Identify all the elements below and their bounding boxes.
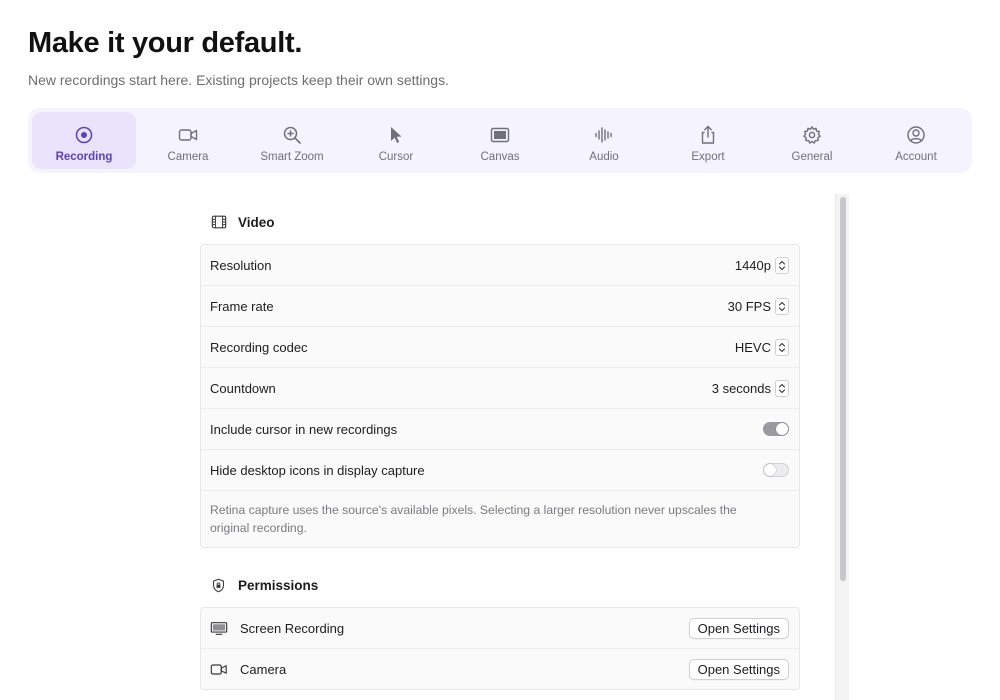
hide-desktop-icons-toggle[interactable] xyxy=(763,463,789,477)
include-cursor-toggle[interactable] xyxy=(763,422,789,436)
countdown-select[interactable]: 3 seconds xyxy=(711,379,789,397)
scrollbar-track[interactable] xyxy=(835,194,849,700)
display-icon xyxy=(210,620,230,636)
tab-label: Cursor xyxy=(378,151,414,163)
tab-label: Canvas xyxy=(480,151,520,163)
permission-row-camera: Camera Open Settings xyxy=(201,649,799,689)
frame-rate-select[interactable]: 30 FPS xyxy=(727,297,789,315)
tab-canvas[interactable]: Canvas xyxy=(448,112,552,169)
cursor-icon xyxy=(385,124,407,146)
settings-content: Video Resolution 1440p Frame rate 30 FPS… xyxy=(200,200,800,690)
frame-rate-value: 30 FPS xyxy=(727,298,771,314)
zoom-icon xyxy=(281,124,303,146)
include-cursor-label: Include cursor in new recordings xyxy=(210,421,398,437)
codec-label: Recording codec xyxy=(210,339,308,355)
tab-label: General xyxy=(791,151,833,163)
share-icon xyxy=(697,124,719,146)
hide-desktop-icons-row: Hide desktop icons in display capture xyxy=(201,450,799,491)
open-screen-recording-settings-button[interactable]: Open Settings xyxy=(688,617,789,639)
settings-tab-bar: Recording Camera Smart Zoom Cursor Canva… xyxy=(28,108,972,173)
resolution-select[interactable]: 1440p xyxy=(734,256,789,274)
tab-label: Audio xyxy=(589,151,619,163)
gear-icon xyxy=(801,124,823,146)
permission-row-screen-recording: Screen Recording Open Settings xyxy=(201,608,799,649)
tab-label: Recording xyxy=(55,151,113,163)
toggle-knob xyxy=(764,464,776,476)
tab-label: Smart Zoom xyxy=(260,151,324,163)
permissions-card: Screen Recording Open Settings Camera Op… xyxy=(200,607,800,690)
tab-label: Export xyxy=(691,151,725,163)
permission-label: Screen Recording xyxy=(240,620,345,636)
codec-value: HEVC xyxy=(734,339,771,355)
resolution-row: Resolution 1440p xyxy=(201,245,799,286)
open-camera-settings-button[interactable]: Open Settings xyxy=(688,658,789,680)
tab-export[interactable]: Export xyxy=(656,112,760,169)
select-chevrons-icon xyxy=(775,256,789,274)
audio-waveform-icon xyxy=(593,124,615,146)
codec-row: Recording codec HEVC xyxy=(201,327,799,368)
toggle-knob xyxy=(776,423,788,435)
video-section-header: Video xyxy=(200,200,800,244)
camera-icon xyxy=(210,661,230,677)
permission-label: Camera xyxy=(240,661,287,677)
select-chevrons-icon xyxy=(775,338,789,356)
shield-icon xyxy=(211,576,229,594)
tab-cursor[interactable]: Cursor xyxy=(344,112,448,169)
permissions-section-header: Permissions xyxy=(200,563,800,607)
video-settings-card: Resolution 1440p Frame rate 30 FPS Recor… xyxy=(200,244,800,548)
permissions-section-title: Permissions xyxy=(238,577,319,593)
tab-smart-zoom[interactable]: Smart Zoom xyxy=(240,112,344,169)
tab-camera[interactable]: Camera xyxy=(136,112,240,169)
account-icon xyxy=(905,124,927,146)
include-cursor-row: Include cursor in new recordings xyxy=(201,409,799,450)
resolution-label: Resolution xyxy=(210,257,272,273)
hide-desktop-icons-label: Hide desktop icons in display capture xyxy=(210,462,425,478)
retina-capture-note: Retina capture uses the source's availab… xyxy=(210,503,737,535)
canvas-icon xyxy=(489,124,511,146)
countdown-label: Countdown xyxy=(210,380,276,396)
tab-label: Camera xyxy=(167,151,209,163)
tab-recording[interactable]: Recording xyxy=(32,112,136,169)
tab-general[interactable]: General xyxy=(760,112,864,169)
frame-rate-label: Frame rate xyxy=(210,298,274,314)
select-chevrons-icon xyxy=(775,297,789,315)
tab-audio[interactable]: Audio xyxy=(552,112,656,169)
countdown-row: Countdown 3 seconds xyxy=(201,368,799,409)
tab-label: Account xyxy=(895,151,937,163)
video-section-title: Video xyxy=(238,214,275,230)
film-icon xyxy=(211,213,229,231)
select-chevrons-icon xyxy=(775,379,789,397)
camera-icon xyxy=(177,124,199,146)
countdown-value: 3 seconds xyxy=(711,380,771,396)
frame-rate-row: Frame rate 30 FPS xyxy=(201,286,799,327)
codec-select[interactable]: HEVC xyxy=(734,338,789,356)
tab-account[interactable]: Account xyxy=(864,112,968,169)
page-subtitle: New recordings start here. Existing proj… xyxy=(28,72,449,88)
resolution-value: 1440p xyxy=(734,257,771,273)
page-title: Make it your default. xyxy=(28,27,303,59)
scrollbar-thumb[interactable] xyxy=(840,197,846,581)
record-icon xyxy=(73,124,95,146)
